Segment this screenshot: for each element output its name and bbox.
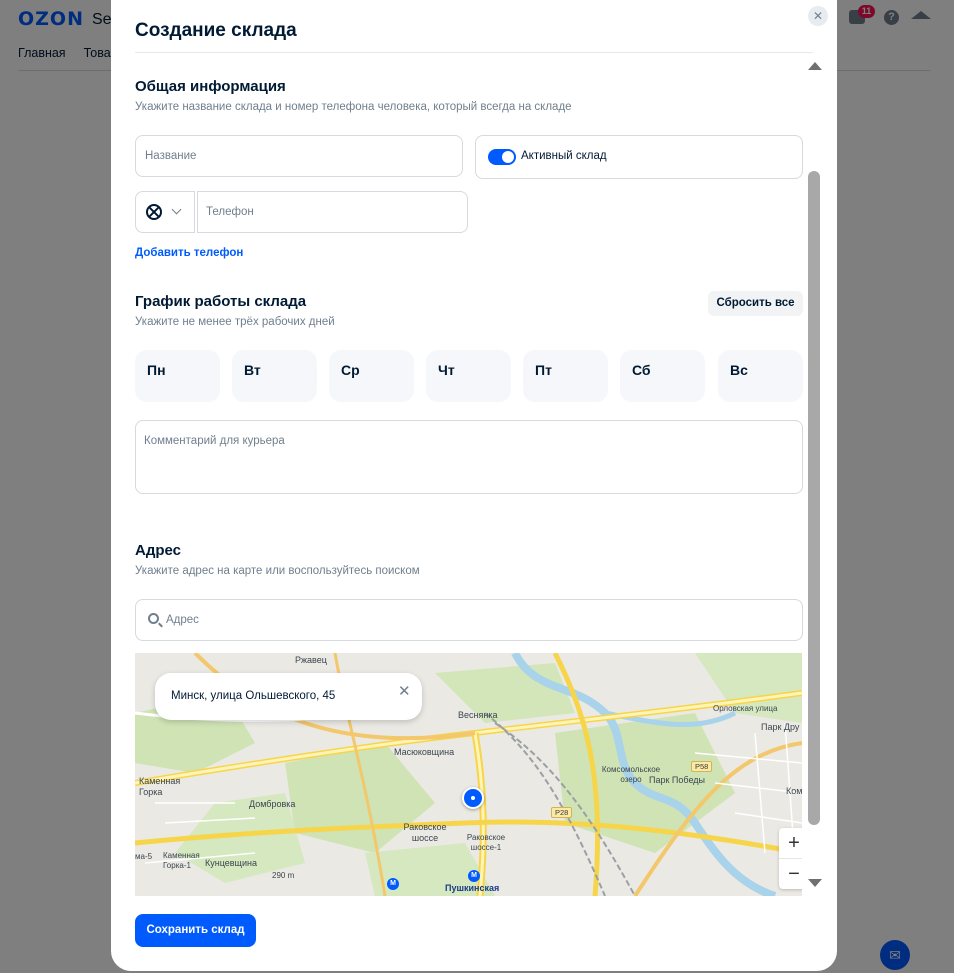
chevron-down-icon xyxy=(171,204,182,215)
day-thu[interactable]: Чт xyxy=(426,350,511,402)
day-wed[interactable]: Ср xyxy=(329,350,414,402)
day-sun[interactable]: Вс xyxy=(718,350,803,402)
scroll-up-arrow[interactable] xyxy=(808,62,822,70)
zoom-out-icon[interactable]: − xyxy=(779,858,802,888)
toggle-switch[interactable] xyxy=(488,149,516,165)
day-mon[interactable]: Пн xyxy=(135,350,220,402)
schedule-title: График работы склада xyxy=(135,293,307,310)
name-placeholder: Название xyxy=(145,150,197,162)
road-badge: P28 xyxy=(551,807,573,818)
map-label: Домбровка xyxy=(249,799,296,809)
map-label: Кунцевщина xyxy=(205,858,257,868)
toggle-knob xyxy=(502,151,514,163)
comment-placeholder: Комментарий для курьера xyxy=(144,435,285,447)
day-fri[interactable]: Пт xyxy=(523,350,608,402)
map-label: Пушкинская xyxy=(445,883,500,893)
country-code-select[interactable] xyxy=(135,191,195,233)
modal-title: Создание склада xyxy=(135,20,297,41)
map-label: Парк Победы xyxy=(649,775,705,785)
add-phone-link[interactable]: Добавить телефон xyxy=(135,247,243,259)
map-label: Масюковщина xyxy=(394,747,455,757)
map-label: 290 m xyxy=(272,871,295,880)
map-label: ма-5 xyxy=(135,852,153,861)
scrollbar-thumb[interactable] xyxy=(808,171,820,825)
reset-all-button[interactable]: Сбросить все xyxy=(708,291,803,316)
address-map[interactable]: Ржавец Веснянка Масюковщина Каменная Гор… xyxy=(135,653,802,896)
day-sat[interactable]: Сб xyxy=(620,350,705,402)
map-label: Парк Дру xyxy=(761,722,800,732)
day-label: Пт xyxy=(535,362,552,378)
map-label: Ком xyxy=(786,786,802,796)
map-label: Веснянка xyxy=(458,710,498,720)
address-popup: Минск, улица Ольшевского, 45 ✕ xyxy=(155,673,422,720)
close-icon[interactable]: ✕ xyxy=(808,6,828,26)
scroll-down-arrow[interactable] xyxy=(808,879,822,887)
day-label: Сб xyxy=(632,362,651,378)
active-warehouse-label: Активный склад xyxy=(521,150,607,162)
general-info-subtitle: Укажите название склада и номер телефона… xyxy=(135,101,572,113)
create-warehouse-modal: Создание склада ✕ Общая информация Укажи… xyxy=(111,0,837,971)
courier-comment-textarea[interactable]: Комментарий для курьера xyxy=(135,420,803,494)
modal-scrollbar[interactable] xyxy=(806,60,822,890)
day-label: Ср xyxy=(341,362,360,378)
day-tue[interactable]: Вт xyxy=(232,350,317,402)
schedule-subtitle: Укажите не менее трёх рабочих дней xyxy=(135,316,335,328)
address-placeholder: Адрес xyxy=(166,614,199,626)
day-label: Пн xyxy=(147,362,166,378)
map-zoom-control: + − xyxy=(779,828,802,889)
map-label: Каменная Горка xyxy=(139,776,181,797)
address-search-input[interactable]: Адрес xyxy=(135,599,803,641)
address-subtitle: Укажите адрес на карте или воспользуйтес… xyxy=(135,565,420,577)
metro-icon: M xyxy=(387,878,399,890)
metro-icon: M xyxy=(468,870,480,882)
map-label: Каменная Горка-1 xyxy=(163,851,200,870)
map-label: Ржавец xyxy=(295,655,327,665)
zoom-in-icon[interactable]: + xyxy=(779,828,802,858)
close-icon[interactable]: ✕ xyxy=(398,682,411,700)
day-label: Вт xyxy=(244,362,261,378)
name-input[interactable]: Название xyxy=(135,135,463,177)
map-pin-icon[interactable] xyxy=(462,787,484,809)
map-label: Раковское шоссе xyxy=(403,822,447,843)
save-warehouse-button[interactable]: Сохранить склад xyxy=(135,914,256,947)
flag-icon xyxy=(146,204,162,220)
general-info-title: Общая информация xyxy=(135,78,286,95)
phone-placeholder: Телефон xyxy=(206,206,254,218)
road-badge: P58 xyxy=(691,761,713,772)
map-label: Орловская улица xyxy=(713,704,778,713)
popup-address: Минск, улица Ольшевского, 45 xyxy=(171,690,336,702)
address-title: Адрес xyxy=(135,542,182,559)
day-label: Вс xyxy=(730,362,748,378)
day-label: Чт xyxy=(438,362,455,378)
map-label: Раковское шоссе-1 xyxy=(466,833,506,852)
active-warehouse-toggle[interactable]: Активный склад xyxy=(475,135,803,179)
search-icon xyxy=(148,613,159,624)
title-divider xyxy=(135,52,813,53)
phone-input[interactable]: Телефон xyxy=(197,191,468,233)
